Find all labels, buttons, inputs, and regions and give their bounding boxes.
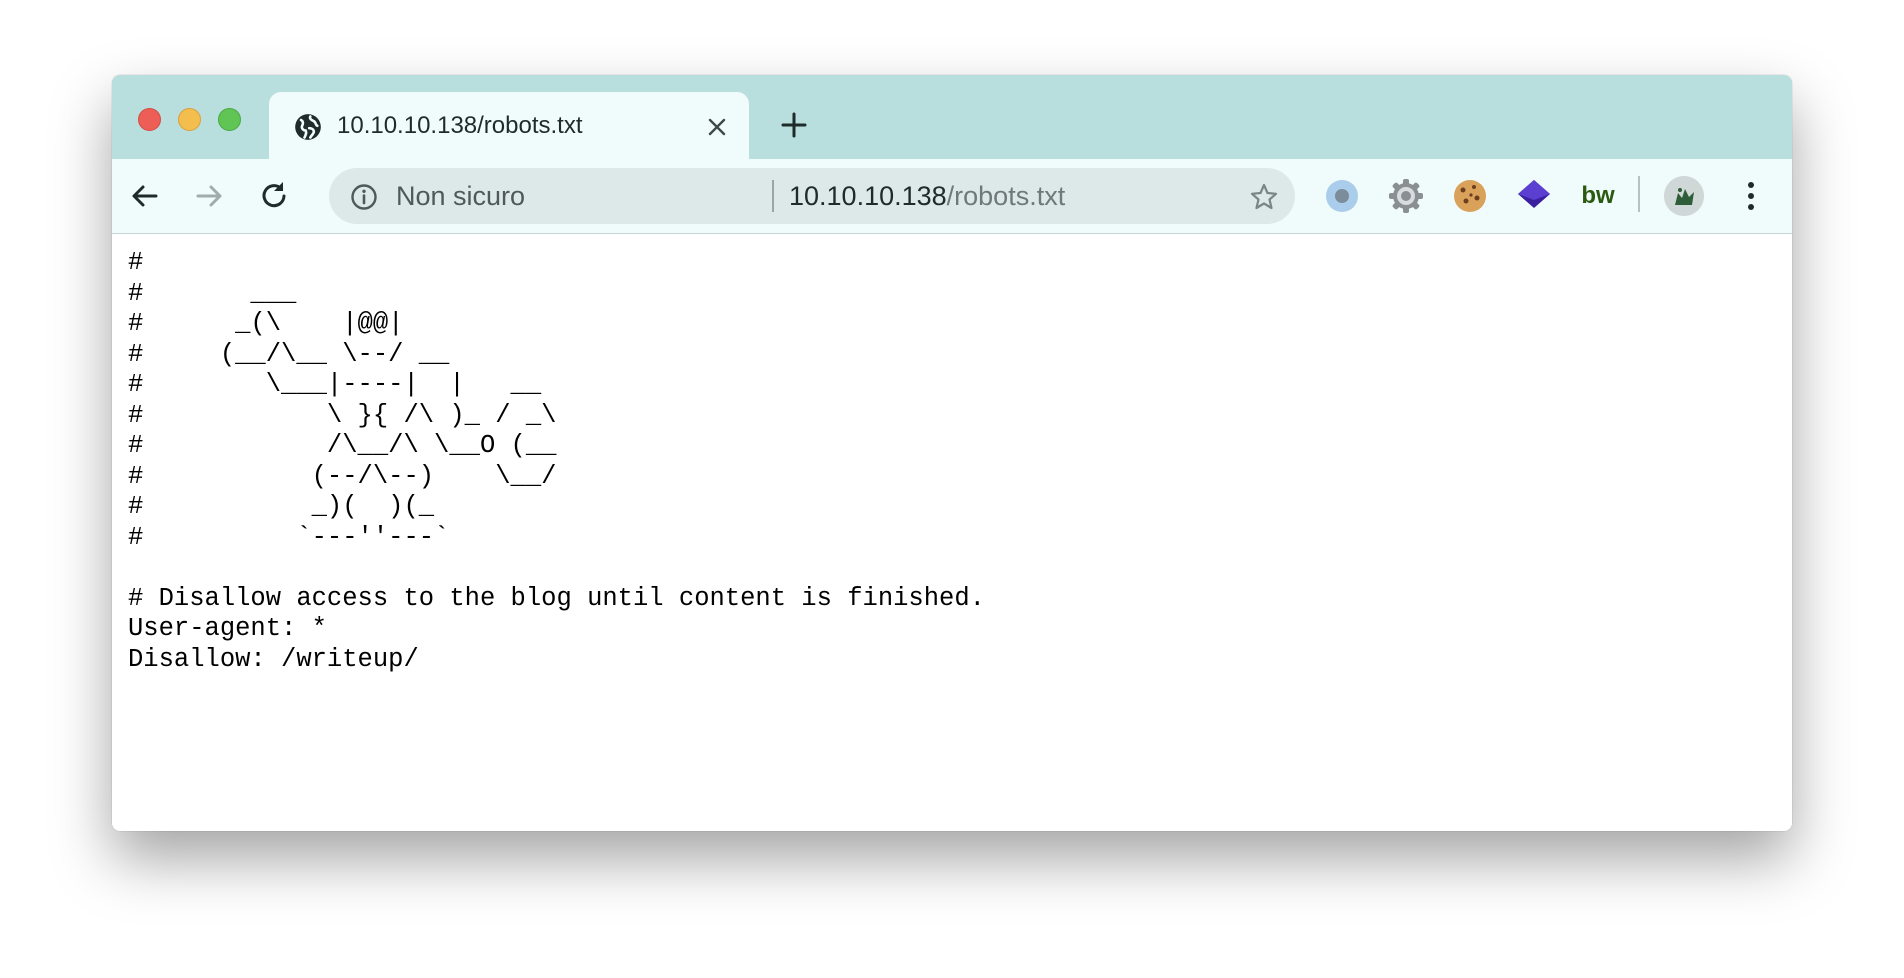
window-minimize-button[interactable] [178,108,201,131]
toolbar-divider [1638,176,1640,212]
new-tab-icon[interactable] [780,111,808,139]
extension-bw-icon[interactable]: bw [1578,176,1618,216]
reload-icon[interactable] [257,179,291,213]
url-host: 10.10.10.138 [789,181,947,211]
browser-window: 10.10.10.138/robots.txt Non sicuro 10.10… [112,75,1792,831]
more-menu-icon[interactable] [1744,179,1758,213]
address-bar[interactable]: Non sicuro 10.10.10.138/robots.txt [329,168,1295,224]
extension-circle-icon[interactable] [1322,176,1362,216]
forward-icon[interactable] [192,179,226,213]
robots-txt-text: # # ___ # _(\ |@@| # (__/\__ \--/ __ # \… [128,248,985,674]
close-tab-icon[interactable] [706,116,728,138]
desktop: 10.10.10.138/robots.txt Non sicuro 10.10… [0,0,1904,978]
bookmark-star-icon[interactable] [1249,182,1279,212]
window-maximize-button[interactable] [218,108,241,131]
extension-cookie-icon[interactable] [1450,176,1490,216]
url-path: /robots.txt [946,181,1066,211]
window-close-button[interactable] [138,108,161,131]
security-label: Non sicuro [396,181,526,211]
extension-layers-icon[interactable] [1514,176,1554,216]
toolbar: Non sicuro 10.10.10.138/robots.txt bw [112,159,1792,234]
url-text[interactable]: 10.10.10.138/robots.txt [789,180,1065,212]
extension-gear-icon[interactable] [1386,176,1426,216]
tab-strip: 10.10.10.138/robots.txt [112,75,1792,159]
back-icon[interactable] [128,179,162,213]
omnibox-divider [772,180,774,212]
info-icon[interactable] [350,183,378,211]
page-content: # # ___ # _(\ |@@| # (__/\__ \--/ __ # \… [112,234,1792,831]
tab-title: 10.10.10.138/robots.txt [337,112,583,139]
profile-avatar[interactable] [1664,176,1704,216]
globe-icon [295,114,321,140]
tab-active[interactable]: 10.10.10.138/robots.txt [269,92,749,159]
